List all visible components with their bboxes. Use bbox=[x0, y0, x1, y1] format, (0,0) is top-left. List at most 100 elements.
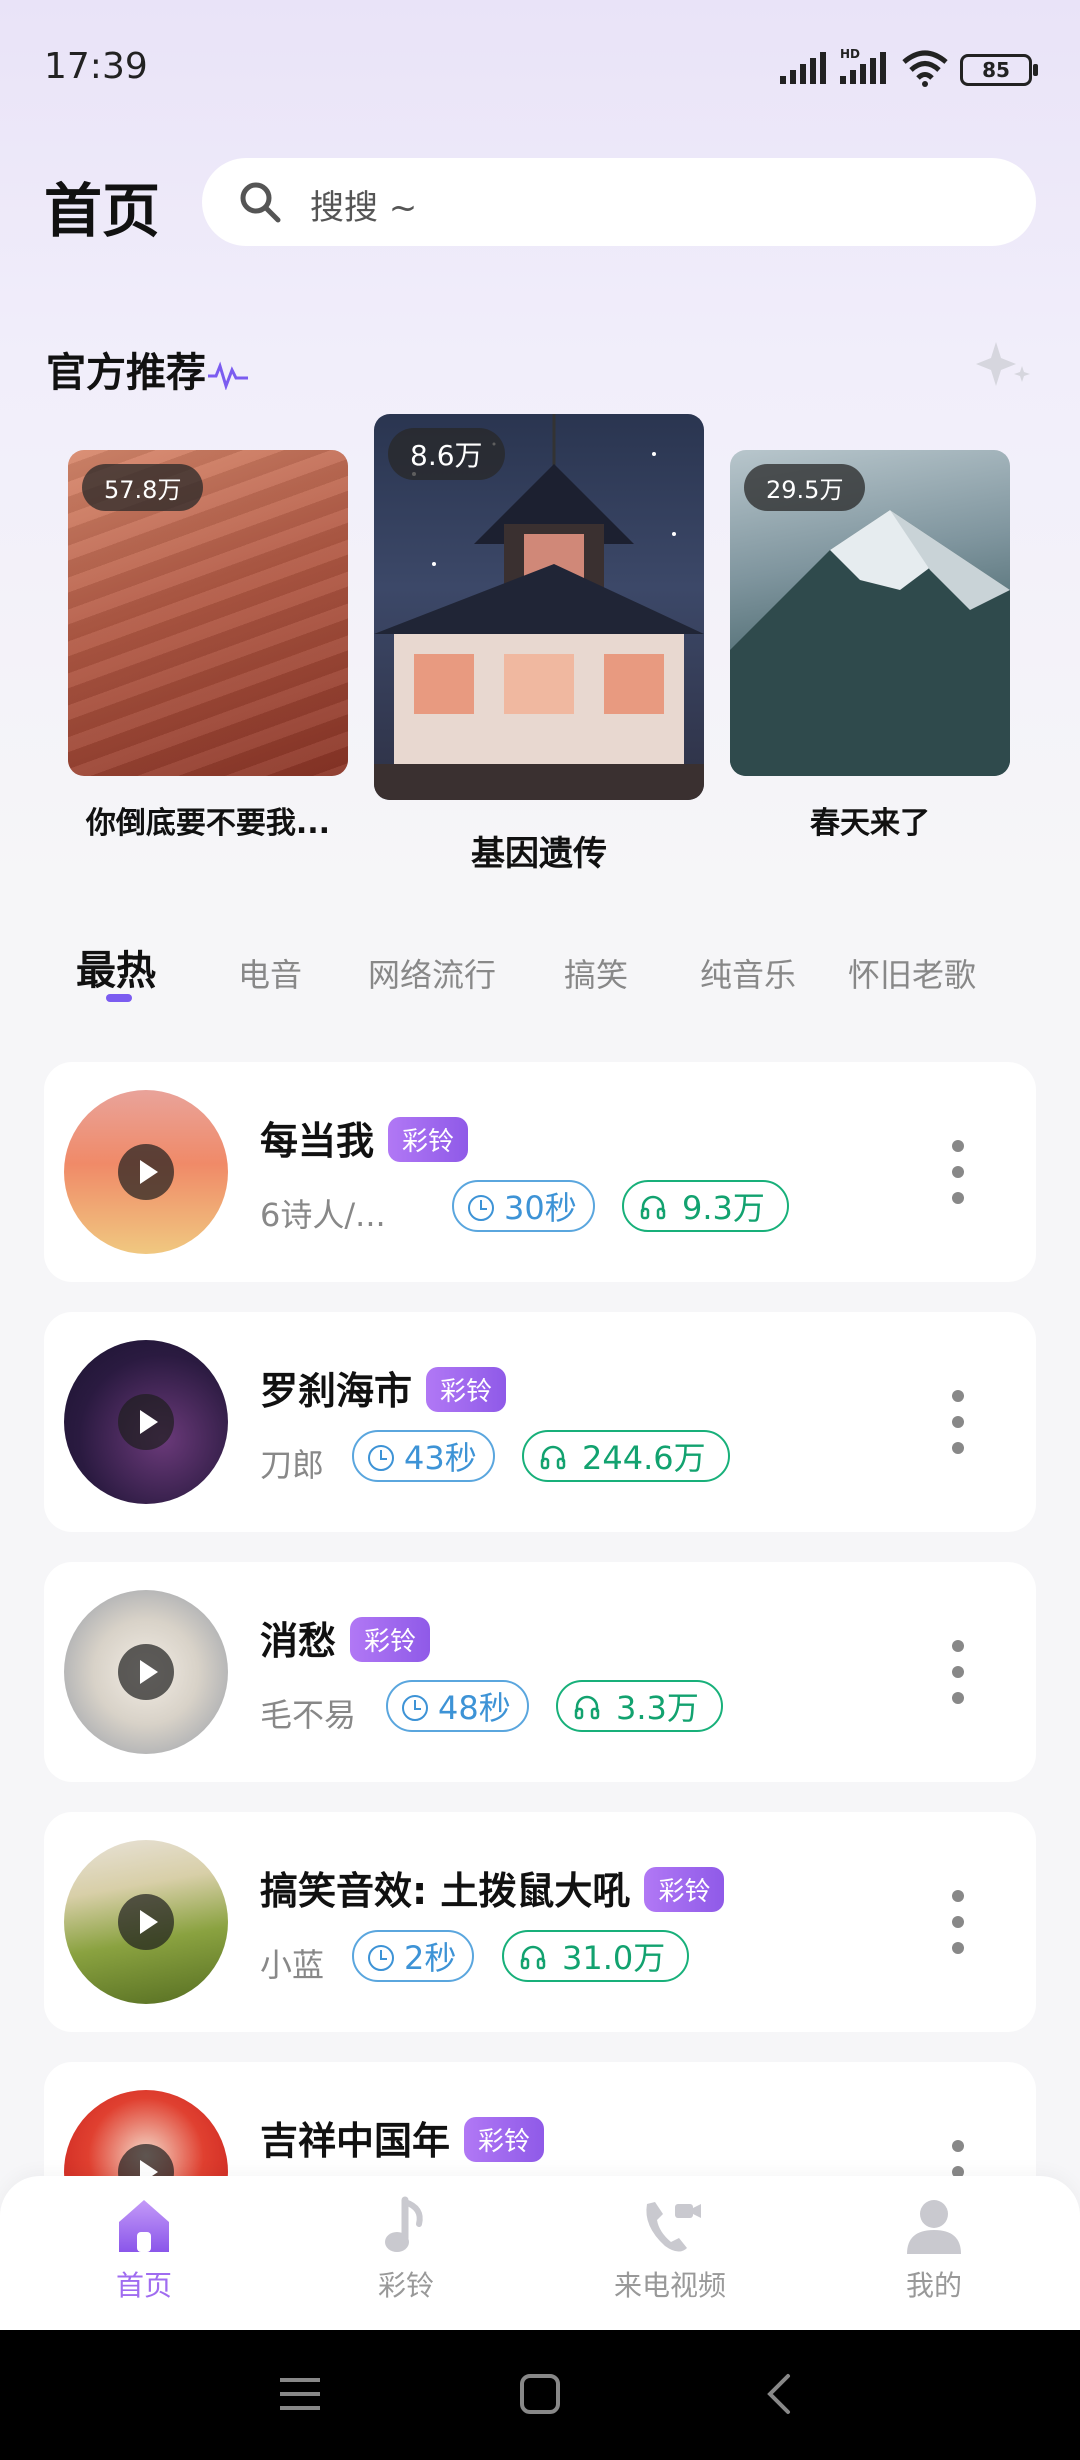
song-cover bbox=[64, 1090, 228, 1254]
search-icon bbox=[240, 182, 281, 223]
plays-pill: 9.3万 bbox=[622, 1180, 789, 1232]
plays-pill: 244.6万 bbox=[522, 1430, 730, 1482]
play-icon[interactable] bbox=[118, 1894, 174, 1950]
recommend-card-1[interactable]: 57.8万 bbox=[68, 450, 348, 776]
play-count-badge: 57.8万 bbox=[82, 464, 204, 511]
duration-pill: 2秒 bbox=[352, 1930, 475, 1982]
song-row-2[interactable]: 罗刹海市 彩铃 刀郎 43秒 244.6万 bbox=[44, 1312, 1036, 1532]
recommend-card-1-title: 你倒底要不要我... bbox=[85, 806, 331, 841]
waveform-icon bbox=[208, 361, 248, 391]
ringtone-tag: 彩铃 bbox=[350, 1617, 431, 1662]
status-bar: 17:39 HD 85 bbox=[0, 0, 1080, 140]
play-count-badge: 8.6万 bbox=[388, 428, 505, 480]
ringtone-tag: 彩铃 bbox=[426, 1367, 507, 1412]
song-title: 消愁 彩铃 bbox=[260, 1610, 431, 1666]
clock-icon bbox=[402, 1695, 428, 1721]
battery-indicator: 85 bbox=[960, 54, 1038, 86]
ringtone-tag: 彩铃 bbox=[464, 2117, 545, 2162]
recommend-card-2[interactable]: 8.6万 bbox=[374, 414, 704, 800]
plays-text: 31.0万 bbox=[562, 1939, 666, 1977]
recommend-card-3-title: 春天来了 bbox=[810, 806, 930, 841]
section-title-text: 官方推荐 bbox=[46, 350, 206, 396]
hd-signal-icon: HD bbox=[840, 47, 886, 84]
nav-label: 来电视频 bbox=[613, 2269, 726, 2302]
nav-home[interactable]: 首页 bbox=[44, 2196, 244, 2304]
play-icon[interactable] bbox=[118, 1144, 174, 1200]
video-call-icon bbox=[646, 2202, 701, 2252]
ringtone-tag: 彩铃 bbox=[644, 1867, 725, 1912]
tab-oldies[interactable]: 怀旧老歌 bbox=[848, 950, 976, 996]
search-bar[interactable]: 搜搜 ~ bbox=[202, 158, 1036, 246]
duration-text: 30秒 bbox=[504, 1189, 577, 1227]
tab-indicator bbox=[106, 994, 132, 1002]
more-options-icon[interactable] bbox=[952, 1640, 964, 1704]
nav-ringtone[interactable]: 彩铃 bbox=[306, 2196, 506, 2304]
more-options-icon[interactable] bbox=[952, 1890, 964, 1954]
duration-text: 2秒 bbox=[404, 1939, 457, 1977]
song-title-text: 搞笑音效: 土拨鼠大吼 bbox=[260, 1869, 631, 1913]
song-cover bbox=[64, 1840, 228, 2004]
nav-video-call[interactable]: 来电视频 bbox=[570, 2196, 770, 2304]
headphones-icon bbox=[520, 1945, 546, 1970]
clock-icon bbox=[368, 1945, 394, 1971]
headphones-icon bbox=[540, 1445, 566, 1470]
song-row-3[interactable]: 消愁 彩铃 毛不易 48秒 3.3万 bbox=[44, 1562, 1036, 1782]
song-title: 罗刹海市 彩铃 bbox=[260, 1360, 507, 1416]
song-row-4[interactable]: 搞笑音效: 土拨鼠大吼 彩铃 小蓝 2秒 31.0万 bbox=[44, 1812, 1036, 2032]
plays-text: 3.3万 bbox=[616, 1689, 699, 1727]
song-title-text: 每当我 bbox=[260, 1119, 375, 1163]
page-title: 首页 bbox=[44, 177, 161, 245]
music-note-icon bbox=[385, 2196, 423, 2252]
back-icon[interactable] bbox=[760, 2372, 800, 2416]
section-title-recommend: 官方推荐 bbox=[46, 340, 250, 398]
play-icon[interactable] bbox=[118, 1394, 174, 1450]
plays-pill: 31.0万 bbox=[502, 1930, 690, 1982]
clock-icon bbox=[368, 1445, 394, 1471]
tab-edm[interactable]: 电音 bbox=[238, 950, 302, 996]
song-title-text: 吉祥中国年 bbox=[260, 2119, 451, 2163]
signal-icon bbox=[780, 52, 826, 84]
play-count-badge: 29.5万 bbox=[744, 464, 866, 511]
nav-profile[interactable]: 我的 bbox=[834, 2196, 1034, 2304]
duration-pill: 48秒 bbox=[386, 1680, 529, 1732]
status-time: 17:39 bbox=[44, 46, 148, 87]
duration-text: 48秒 bbox=[438, 1689, 511, 1727]
song-singer: 刀郎 bbox=[260, 1446, 325, 1484]
menu-icon[interactable] bbox=[278, 2374, 322, 2414]
recommend-card-3[interactable]: 29.5万 bbox=[730, 450, 1010, 776]
play-icon[interactable] bbox=[118, 1644, 174, 1700]
song-title: 吉祥中国年 彩铃 bbox=[260, 2110, 545, 2166]
nav-label: 首页 bbox=[115, 2269, 172, 2302]
song-singer: 小蓝 bbox=[260, 1946, 325, 1984]
headphones-icon bbox=[574, 1695, 600, 1720]
plays-pill: 3.3万 bbox=[556, 1680, 723, 1732]
tab-funny[interactable]: 搞笑 bbox=[564, 950, 628, 996]
song-row-1[interactable]: 每当我 彩铃 6诗人/... 30秒 9.3万 bbox=[44, 1062, 1036, 1282]
svg-text:HD: HD bbox=[840, 47, 860, 61]
tab-online-pop[interactable]: 网络流行 bbox=[368, 950, 496, 996]
bottom-nav: 首页 彩铃 来电视频 我的 bbox=[0, 2176, 1080, 2330]
nav-label: 彩铃 bbox=[377, 2269, 434, 2302]
song-singer: 6诗人/... bbox=[260, 1196, 386, 1234]
more-options-icon[interactable] bbox=[952, 1390, 964, 1454]
search-placeholder: 搜搜 ~ bbox=[310, 188, 418, 228]
song-title: 每当我 彩铃 bbox=[260, 1110, 469, 1166]
sparkle-icon[interactable] bbox=[974, 340, 1034, 390]
song-title-text: 罗刹海市 bbox=[260, 1369, 413, 1413]
home-button-icon[interactable] bbox=[518, 2372, 562, 2416]
nav-label: 我的 bbox=[905, 2269, 962, 2302]
duration-text: 43秒 bbox=[404, 1439, 477, 1477]
tab-hot[interactable]: 最热 bbox=[76, 938, 156, 996]
more-options-icon[interactable] bbox=[952, 1140, 964, 1204]
song-singer: 毛不易 bbox=[260, 1696, 357, 1734]
song-cover bbox=[64, 1340, 228, 1504]
user-icon bbox=[907, 2200, 961, 2254]
plays-text: 244.6万 bbox=[582, 1439, 706, 1477]
song-title: 搞笑音效: 土拨鼠大吼 彩铃 bbox=[260, 1860, 725, 1916]
duration-pill: 30秒 bbox=[452, 1180, 595, 1232]
clock-icon bbox=[468, 1195, 494, 1221]
song-cover bbox=[64, 1590, 228, 1754]
ringtone-tag: 彩铃 bbox=[388, 1117, 469, 1162]
tab-pure-music[interactable]: 纯音乐 bbox=[700, 950, 796, 996]
system-nav-bar bbox=[0, 2330, 1080, 2460]
